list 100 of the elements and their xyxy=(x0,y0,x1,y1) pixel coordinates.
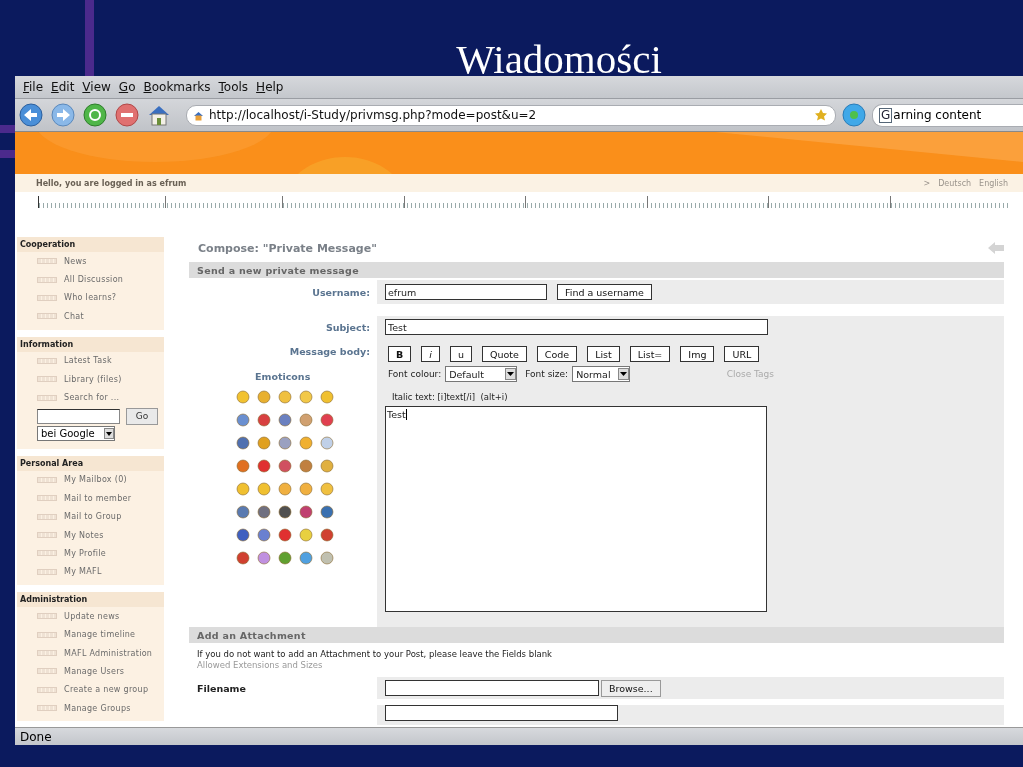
search-engine-dropdown[interactable]: bei Google xyxy=(37,425,115,441)
page-heading: Compose: "Private Message" xyxy=(198,241,378,255)
sidebar-heading: Personal Area xyxy=(17,455,164,471)
status-bar: Done xyxy=(15,727,1023,745)
subject-field[interactable]: Test xyxy=(385,319,768,335)
menu-item[interactable]: Help xyxy=(252,80,288,94)
login-greeting: Hello, you are logged in as efrum xyxy=(36,178,188,188)
sidebar-link[interactable]: Manage Users xyxy=(64,666,125,676)
attachment-note: If you do not want to add an Attachment to your Post, please leave the Fields blank xyxy=(196,649,554,660)
bullet-icon xyxy=(37,294,57,301)
emoticon-icon[interactable] xyxy=(299,505,313,519)
forward-button[interactable] xyxy=(50,102,76,128)
menu-item[interactable]: Bookmarks xyxy=(139,80,215,94)
menu-item[interactable]: File xyxy=(19,80,48,94)
bullet-icon xyxy=(37,394,57,401)
field-label: Subject: xyxy=(325,322,370,333)
stop-button[interactable] xyxy=(114,102,140,128)
find-username-button[interactable]: Find a username xyxy=(557,284,652,300)
sidebar-link[interactable]: News xyxy=(64,256,87,266)
emoticon-icon[interactable] xyxy=(320,413,334,427)
emoticon-icon[interactable] xyxy=(278,528,292,542)
go-button[interactable]: Go xyxy=(126,407,158,425)
format-button[interactable]: B xyxy=(388,346,412,362)
format-button[interactable]: u xyxy=(449,346,472,362)
emoticons-heading: Emoticons xyxy=(255,371,312,382)
home-icon xyxy=(193,109,204,121)
format-button[interactable]: Img xyxy=(680,346,715,362)
input-field[interactable] xyxy=(385,705,618,721)
sidebar-link[interactable]: All Discussion xyxy=(64,275,124,285)
emoticon-icon[interactable] xyxy=(278,413,292,427)
emoticon-icon[interactable] xyxy=(320,528,334,542)
bullet-icon xyxy=(37,568,57,575)
sidebar-link[interactable]: Mail to Group xyxy=(64,512,122,522)
sidebar-link[interactable]: Mail to member xyxy=(64,493,132,503)
format-button[interactable]: Quote xyxy=(481,346,527,362)
menu-item[interactable]: View xyxy=(78,80,115,94)
format-button[interactable]: Code xyxy=(536,346,578,362)
emoticon-icon[interactable] xyxy=(257,505,271,519)
emoticon-icon[interactable] xyxy=(299,551,313,565)
go-button[interactable] xyxy=(842,103,866,127)
emoticon-icon[interactable] xyxy=(278,551,292,565)
menu-item[interactable]: Edit xyxy=(47,80,79,94)
sidebar-link[interactable]: My Profile xyxy=(64,549,107,558)
emoticon-icon[interactable] xyxy=(320,505,334,519)
search-engine-logo: G xyxy=(879,107,893,123)
format-button[interactable]: List= xyxy=(629,346,671,362)
emoticon-icon[interactable] xyxy=(278,459,292,473)
sidebar-link[interactable]: Search for ... xyxy=(64,393,120,403)
sidebar-link[interactable]: My Mailbox (0) xyxy=(64,475,127,485)
menu-item[interactable]: Tools xyxy=(214,80,253,94)
emoticon-icon[interactable] xyxy=(236,505,250,519)
format-button[interactable]: i xyxy=(421,346,440,362)
address-field[interactable]: http://localhost/i-Study/privmsg.php?mode=post&u=2 xyxy=(186,104,836,126)
bullet-icon xyxy=(37,668,57,675)
sidebar-link[interactable]: Update news xyxy=(64,611,120,621)
emoticon-icon[interactable] xyxy=(236,528,250,542)
language-arrow: > xyxy=(923,178,931,188)
emoticon-icon[interactable] xyxy=(257,459,271,473)
bullet-icon xyxy=(37,705,57,712)
username-field[interactable]: efrum xyxy=(385,284,547,300)
sidebar-link[interactable]: My MAFL xyxy=(64,567,102,577)
back-button[interactable] xyxy=(18,102,44,128)
bullet-icon xyxy=(37,686,57,693)
bullet-icon xyxy=(37,532,57,539)
reload-button[interactable] xyxy=(82,102,108,128)
slide-title: Wiadomości xyxy=(456,39,662,79)
sidebar-link[interactable]: Manage timeline xyxy=(64,630,136,640)
caret-icon xyxy=(104,427,114,439)
format-button[interactable]: URL xyxy=(724,346,760,362)
sidebar-link[interactable]: Manage Groups xyxy=(64,703,131,713)
sidebar-link[interactable]: Chat xyxy=(64,311,84,321)
field-label: Message body: xyxy=(289,346,370,357)
caret-icon xyxy=(618,368,630,380)
bullet-icon xyxy=(37,650,57,657)
emoticon-icon[interactable] xyxy=(236,413,250,427)
sidebar-link[interactable]: Latest Task xyxy=(64,356,112,366)
emoticon-icon[interactable] xyxy=(299,459,313,473)
slide-stripe xyxy=(0,150,15,158)
emoticon-icon[interactable] xyxy=(278,505,292,519)
sidebar-link[interactable]: My Notes xyxy=(64,530,104,540)
browse-button[interactable]: Browse... xyxy=(601,679,661,697)
emoticon-icon[interactable] xyxy=(236,551,250,565)
sidebar-heading: Information xyxy=(17,336,164,352)
menu-item[interactable]: Go xyxy=(114,80,140,94)
sidebar-link[interactable]: Who learns? xyxy=(64,293,117,303)
emoticon-icon[interactable] xyxy=(236,459,250,473)
emoticon-icon[interactable] xyxy=(257,413,271,427)
emoticon-icon[interactable] xyxy=(257,528,271,542)
sidebar-link[interactable]: Library (files) xyxy=(64,374,122,384)
search-input-field[interactable] xyxy=(37,408,120,424)
filename-field[interactable] xyxy=(385,680,599,696)
message-body-field[interactable]: Test xyxy=(385,406,767,612)
format-button[interactable]: List xyxy=(587,346,620,362)
bullet-icon xyxy=(37,550,57,557)
sidebar-link[interactable]: MAFL Administration xyxy=(64,648,153,658)
sidebar-link[interactable]: Create a new group xyxy=(64,685,149,695)
font-colour-dropdown[interactable]: Default xyxy=(445,366,518,382)
emoticon-icon[interactable] xyxy=(236,436,250,450)
font-size-dropdown[interactable]: Normal xyxy=(572,366,631,382)
search-field[interactable]: G arning content xyxy=(872,103,1023,127)
